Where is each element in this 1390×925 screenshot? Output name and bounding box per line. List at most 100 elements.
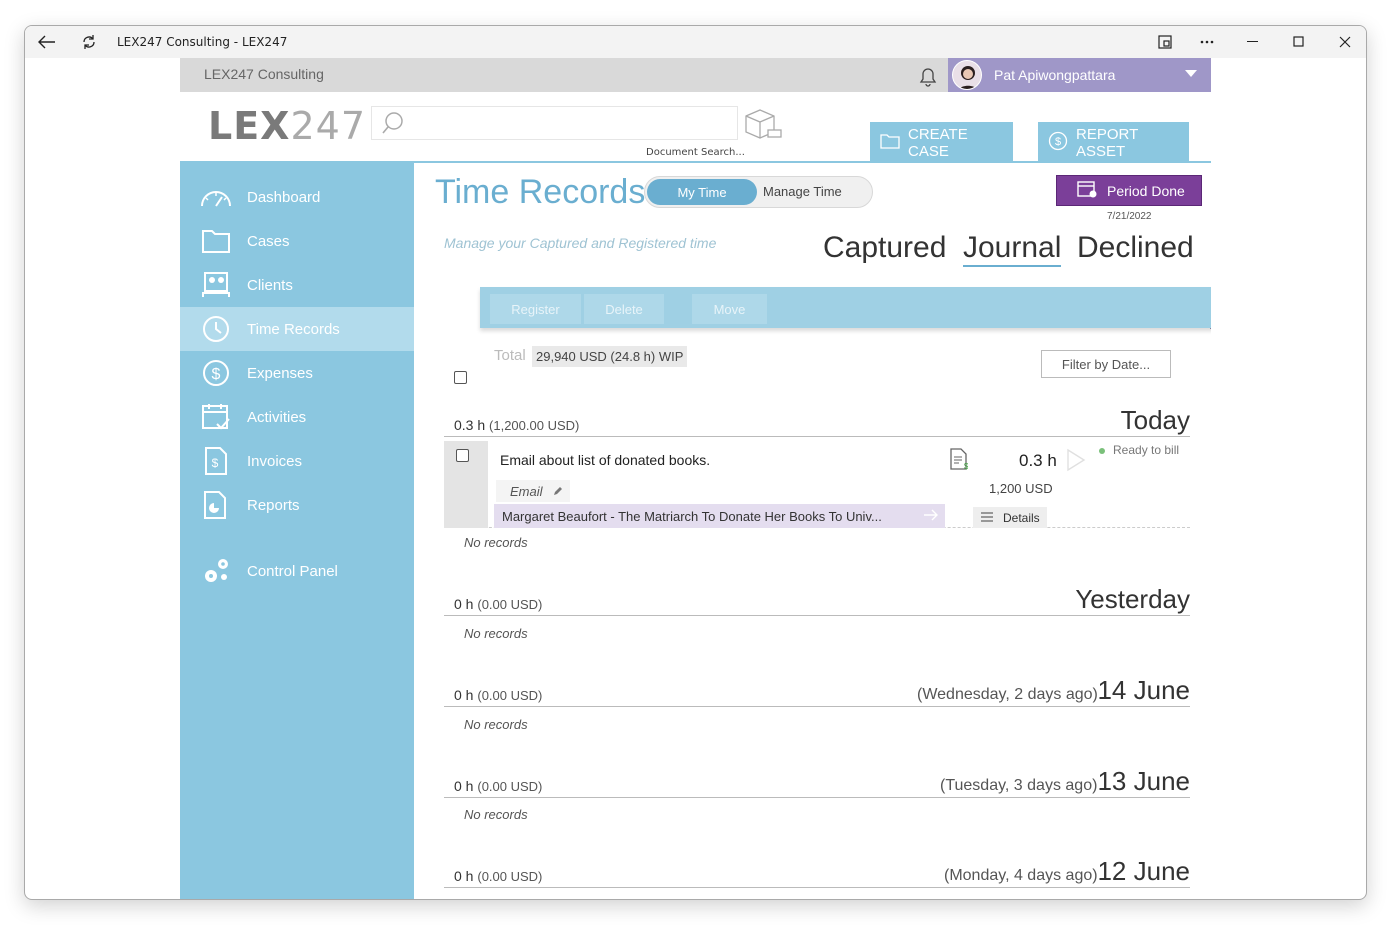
sidebar-item-dashboard[interactable]: Dashboard [180, 175, 414, 219]
group-hours: 0 h (0.00 USD) [454, 596, 543, 612]
no-records-text: No records [464, 535, 528, 550]
app-content: LEX247 Consulting Pat Apiwongpattara LEX… [180, 58, 1211, 899]
page-title: Time Records [435, 173, 646, 211]
sidebar-item-label: Reports [247, 496, 300, 514]
title-bar: LEX247 Consulting - LEX247 [25, 26, 1366, 58]
record-amount: 1,200 USD [989, 481, 1053, 496]
toolbar-fold [1210, 328, 1211, 342]
group-relative-date: (Monday, 4 days ago) [944, 867, 1098, 884]
arrow-right-icon [923, 508, 939, 525]
register-button[interactable]: Register [490, 294, 581, 324]
group-header: 0 h (0.00 USD) Yesterday [444, 581, 1190, 616]
group-hours: 0 h (0.00 USD) [454, 868, 543, 884]
report-icon [199, 488, 233, 522]
menu-lines-icon [981, 511, 993, 525]
back-arrow-icon[interactable] [35, 26, 59, 58]
record-type[interactable]: Email [496, 480, 570, 502]
total-value: 29,940 USD (24.8 h) WIP [532, 346, 688, 367]
clients-icon [199, 268, 233, 302]
tab-journal[interactable]: Journal [963, 231, 1062, 267]
sidebar-item-label: Expenses [247, 364, 313, 382]
sidebar-item-activities[interactable]: Activities [180, 395, 414, 439]
action-toolbar: Register Delete Move [480, 287, 1211, 328]
close-icon[interactable] [1333, 26, 1357, 58]
group-date: Yesterday [1075, 584, 1190, 614]
record-description[interactable]: Email about list of donated books. [500, 452, 710, 468]
period-date: 7/21/2022 [1107, 211, 1152, 222]
sidebar-item-label: Dashboard [247, 188, 321, 206]
sidebar-item-label: Clients [247, 276, 293, 294]
select-all-checkbox[interactable] [454, 371, 467, 384]
no-records-text: No records [464, 717, 528, 732]
sidebar-item-time-records[interactable]: Time Records [180, 307, 414, 351]
tab-declined[interactable]: Declined [1077, 231, 1194, 265]
dollar-icon: $ [199, 356, 233, 390]
tab-captured[interactable]: Captured [823, 231, 946, 265]
dollar-circle-icon: $ [1048, 131, 1068, 155]
group-relative-date: (Tuesday, 3 days ago) [940, 777, 1098, 794]
search-input[interactable] [371, 106, 738, 140]
details-button[interactable]: Details [973, 507, 1047, 528]
more-icon[interactable] [1195, 26, 1219, 58]
filter-by-date-button[interactable]: Filter by Date... [1041, 350, 1171, 378]
time-toggle: My Time Manage Time [644, 176, 873, 208]
org-name: LEX247 Consulting [204, 66, 324, 82]
play-icon[interactable] [1066, 448, 1086, 477]
manage-time-option[interactable]: Manage Time [763, 184, 842, 199]
package-icon[interactable] [742, 108, 784, 147]
create-case-button[interactable]: CREATE CASE [870, 122, 1013, 163]
my-time-option[interactable]: My Time [647, 179, 757, 205]
record-status: Ready to bill [1099, 443, 1179, 457]
move-button[interactable]: Move [692, 294, 767, 324]
period-done-label: Period Done [1107, 182, 1185, 199]
group-date: Today [1120, 405, 1190, 435]
sidebar-item-control-panel[interactable]: Control Panel [180, 549, 414, 593]
group-date: 14 June [1097, 675, 1190, 705]
pencil-icon [553, 484, 563, 499]
svg-text:$: $ [212, 456, 219, 470]
record-case[interactable]: Margaret Beaufort - The Matriarch To Don… [494, 504, 945, 528]
group-relative-date: (Wednesday, 2 days ago) [917, 686, 1098, 703]
group-header: 0.3 h (1,200.00 USD) Today [444, 403, 1190, 437]
svg-text:$: $ [1055, 136, 1061, 148]
search-caption: Document Search... [646, 147, 745, 158]
total-label: Total [494, 347, 526, 364]
time-record[interactable]: Email about list of donated books. Email… [444, 441, 1190, 528]
sidebar-item-invoices[interactable]: $ Invoices [180, 439, 414, 483]
top-bar: LEX247 Consulting Pat Apiwongpattara [180, 58, 1211, 92]
sidebar-item-label: Cases [247, 232, 290, 250]
period-done-button[interactable]: Period Done [1056, 175, 1202, 206]
gears-icon [199, 554, 233, 588]
sidebar-item-cases[interactable]: Cases [180, 219, 414, 263]
calendar-icon [1077, 180, 1097, 201]
sidebar-item-reports[interactable]: Reports [180, 483, 414, 527]
no-records-text: No records [464, 626, 528, 641]
window-title: LEX247 Consulting - LEX247 [117, 35, 288, 49]
group-header: 0 h (0.00 USD) (Monday, 4 days ago) 12 J… [444, 853, 1190, 888]
search-icon [380, 110, 406, 141]
sidebar-item-label: Activities [247, 408, 307, 426]
record-select-area [444, 441, 488, 528]
refresh-icon[interactable] [77, 26, 101, 58]
delete-button[interactable]: Delete [584, 294, 664, 324]
avatar [952, 60, 982, 90]
group-header: 0 h (0.00 USD) (Tuesday, 3 days ago) 13 … [444, 763, 1190, 798]
record-checkbox[interactable] [456, 449, 469, 462]
sidebar-item-clients[interactable]: Clients [180, 263, 414, 307]
maximize-icon[interactable] [1287, 26, 1311, 58]
sidebar-item-expenses[interactable]: $ Expenses [180, 351, 414, 395]
clock-icon [199, 312, 233, 346]
bell-icon[interactable] [916, 64, 940, 93]
chevron-down-icon [1185, 69, 1197, 81]
page-subtitle: Manage your Captured and Registered time [444, 235, 717, 251]
user-menu[interactable]: Pat Apiwongpattara [948, 58, 1211, 92]
calendar-check-icon [199, 400, 233, 434]
group-hours: 0 h (0.00 USD) [454, 687, 543, 703]
user-name: Pat Apiwongpattara [994, 67, 1116, 83]
record-hours: 0.3 h [1019, 451, 1057, 470]
sidebar-item-label: Time Records [247, 320, 340, 338]
report-asset-button[interactable]: $ REPORT ASSET [1038, 122, 1189, 163]
cast-icon[interactable] [1153, 26, 1177, 58]
group-date: 13 June [1097, 766, 1190, 796]
minimize-icon[interactable] [1241, 26, 1265, 58]
